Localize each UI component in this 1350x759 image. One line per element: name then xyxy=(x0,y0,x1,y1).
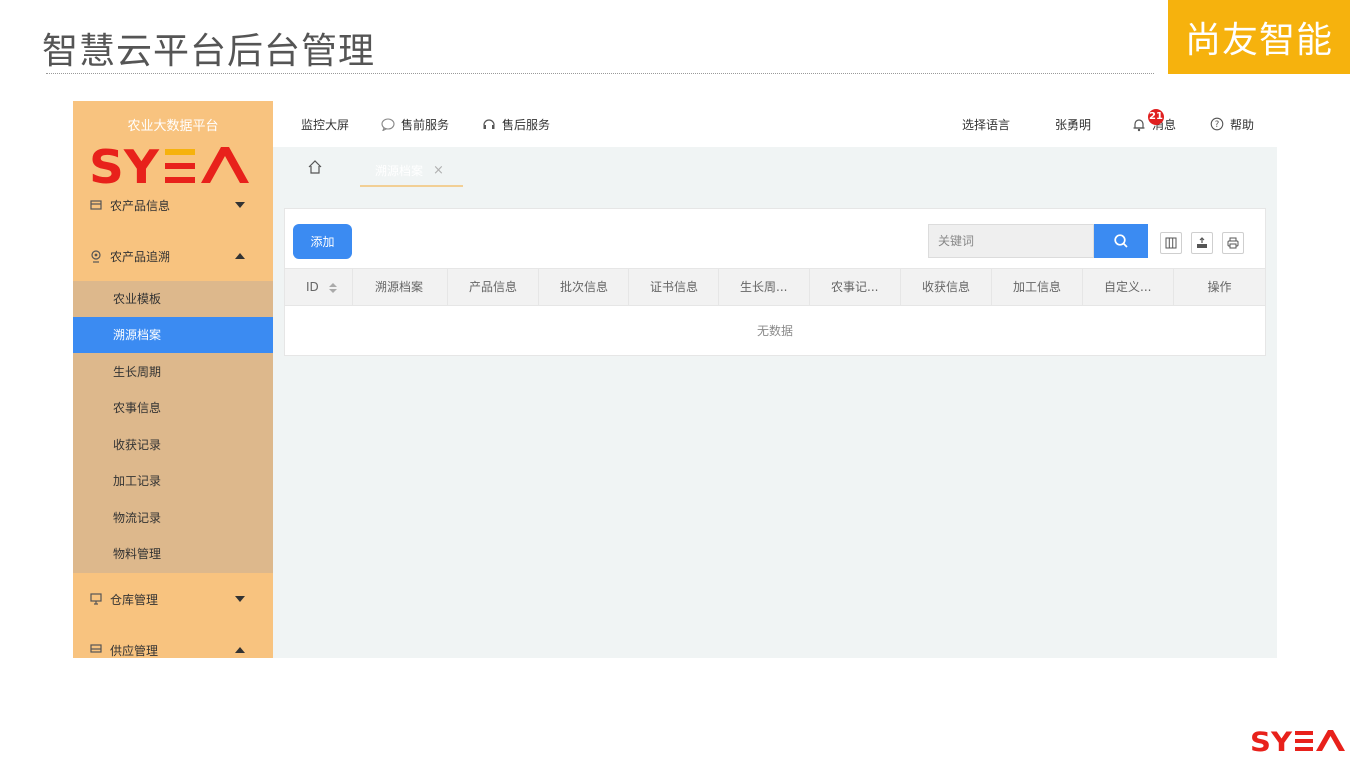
brand-badge: 尚友智能 xyxy=(1168,0,1350,74)
nav-select-language[interactable]: 选择语言 xyxy=(962,101,1010,147)
caret-down-icon xyxy=(235,202,245,208)
column-header[interactable]: 生长周... xyxy=(719,269,810,306)
sort-icon[interactable] xyxy=(328,282,337,293)
svg-text:SY: SY xyxy=(89,145,160,187)
column-header[interactable]: 加工信息 xyxy=(992,269,1083,306)
tab-trace-archive[interactable]: 溯源档案 × xyxy=(360,155,463,187)
menu-label: 仓库管理 xyxy=(110,592,159,607)
column-header[interactable]: 溯源档案 xyxy=(354,269,448,306)
nav-presale-service[interactable]: 售前服务 xyxy=(381,101,449,147)
slide: 智慧云平台后台管理 尚友智能 农业大数据平台 SY 农产品信息 农产品追溯 农业… xyxy=(0,0,1350,759)
submenu-item-harvest[interactable]: 收获记录 xyxy=(73,427,273,463)
export-button[interactable] xyxy=(1191,232,1213,254)
submenu: 农业模板 溯源档案 生长周期 农事信息 收获记录 加工记录 物流记录 物料管理 xyxy=(73,281,273,573)
tab-label: 溯源档案 xyxy=(375,163,424,178)
slide-title: 智慧云平台后台管理 xyxy=(42,31,376,72)
svg-text:SY: SY xyxy=(1250,729,1292,753)
column-header[interactable]: 收获信息 xyxy=(901,269,992,306)
column-header[interactable]: 产品信息 xyxy=(448,269,539,306)
home-icon[interactable] xyxy=(307,159,323,175)
menu-label: 供应管理 xyxy=(110,643,159,658)
submenu-item-logistics[interactable]: 物流记录 xyxy=(73,500,273,536)
chat-bubble-icon xyxy=(381,117,395,131)
syea-corner-logo: SY xyxy=(1250,729,1345,753)
search-icon xyxy=(1114,234,1128,248)
printer-icon xyxy=(1227,237,1239,249)
export-icon xyxy=(1197,237,1207,248)
top-navigation: 监控大屏 售前服务 售后服务 选择语言 张勇明 消息 21 ? 帮助 xyxy=(273,101,1277,147)
columns-icon xyxy=(1165,237,1177,249)
menu-warehouse[interactable]: 仓库管理 xyxy=(73,581,273,617)
submenu-item-template[interactable]: 农业模板 xyxy=(73,281,273,317)
caret-up-icon xyxy=(235,253,245,259)
nav-user-name[interactable]: 张勇明 xyxy=(1055,101,1091,147)
app-window: 农业大数据平台 SY 农产品信息 农产品追溯 农业模板 溯源档案 生长周期 农事… xyxy=(73,101,1277,658)
help-circle-icon: ? xyxy=(1210,117,1224,131)
nav-label: 售前服务 xyxy=(401,117,450,132)
submenu-item-trace-archive[interactable]: 溯源档案 xyxy=(73,317,273,353)
column-header[interactable]: 操作 xyxy=(1174,269,1265,306)
menu-product-trace[interactable]: 农产品追溯 xyxy=(73,238,273,274)
caret-up-icon xyxy=(235,647,245,653)
columns-filter-button[interactable] xyxy=(1160,232,1182,254)
empty-state: 无数据 xyxy=(756,324,793,338)
platform-name: 农业大数据平台 xyxy=(127,119,219,134)
nav-label: 选择语言 xyxy=(962,117,1011,132)
column-header-id[interactable]: ID xyxy=(285,269,353,306)
nav-label: 售后服务 xyxy=(502,117,551,132)
add-button[interactable]: 添加 xyxy=(293,224,352,259)
nav-help[interactable]: ? 帮助 xyxy=(1210,101,1254,147)
menu-product-info[interactable]: 农产品信息 xyxy=(73,187,273,223)
submenu-item-materials[interactable]: 物料管理 xyxy=(73,536,273,572)
submenu-item-processing[interactable]: 加工记录 xyxy=(73,463,273,499)
table-header: ID 溯源档案 产品信息 批次信息 证书信息 生长周... 农事记... 收获信… xyxy=(285,268,1265,306)
nav-aftersale-service[interactable]: 售后服务 xyxy=(482,101,550,147)
headset-icon xyxy=(483,119,495,129)
svg-text:?: ? xyxy=(1215,120,1220,130)
nav-label: 张勇明 xyxy=(1055,117,1092,132)
sidebar: 农业大数据平台 SY 农产品信息 农产品追溯 农业模板 溯源档案 生长周期 农事… xyxy=(73,101,273,658)
menu-label: 农产品追溯 xyxy=(110,249,171,264)
submenu-item-farming-info[interactable]: 农事信息 xyxy=(73,390,273,426)
message-count-badge: 21 xyxy=(1148,109,1164,125)
syea-logo: SY xyxy=(89,145,249,187)
nav-monitor-screen[interactable]: 监控大屏 xyxy=(301,101,349,147)
submenu-item-growth-cycle[interactable]: 生长周期 xyxy=(73,354,273,390)
nav-label: 帮助 xyxy=(1230,117,1255,132)
close-icon[interactable]: × xyxy=(433,163,444,178)
search-input[interactable] xyxy=(928,224,1094,258)
column-header[interactable]: 批次信息 xyxy=(539,269,629,306)
content-panel: 添加 ID 溯源档案 产品信息 xyxy=(284,208,1266,356)
monitor-icon xyxy=(89,592,103,606)
box-icon xyxy=(89,198,103,212)
column-header[interactable]: 农事记... xyxy=(810,269,901,306)
print-button[interactable] xyxy=(1222,232,1244,254)
nav-label: 监控大屏 xyxy=(301,117,350,132)
tab-bar: 溯源档案 × xyxy=(273,147,1277,189)
bell-icon xyxy=(1133,118,1145,131)
data-table: ID 溯源档案 产品信息 批次信息 证书信息 生长周... 农事记... 收获信… xyxy=(285,268,1265,356)
menu-supply[interactable]: 供应管理 xyxy=(73,632,273,658)
location-pin-icon xyxy=(89,249,103,263)
search-button[interactable] xyxy=(1094,224,1148,258)
title-divider xyxy=(46,73,1154,74)
column-header[interactable]: 证书信息 xyxy=(629,269,719,306)
menu-label: 农产品信息 xyxy=(110,198,171,213)
caret-down-icon xyxy=(235,596,245,602)
column-header[interactable]: 自定义... xyxy=(1083,269,1174,306)
monitor-icon xyxy=(89,643,103,657)
